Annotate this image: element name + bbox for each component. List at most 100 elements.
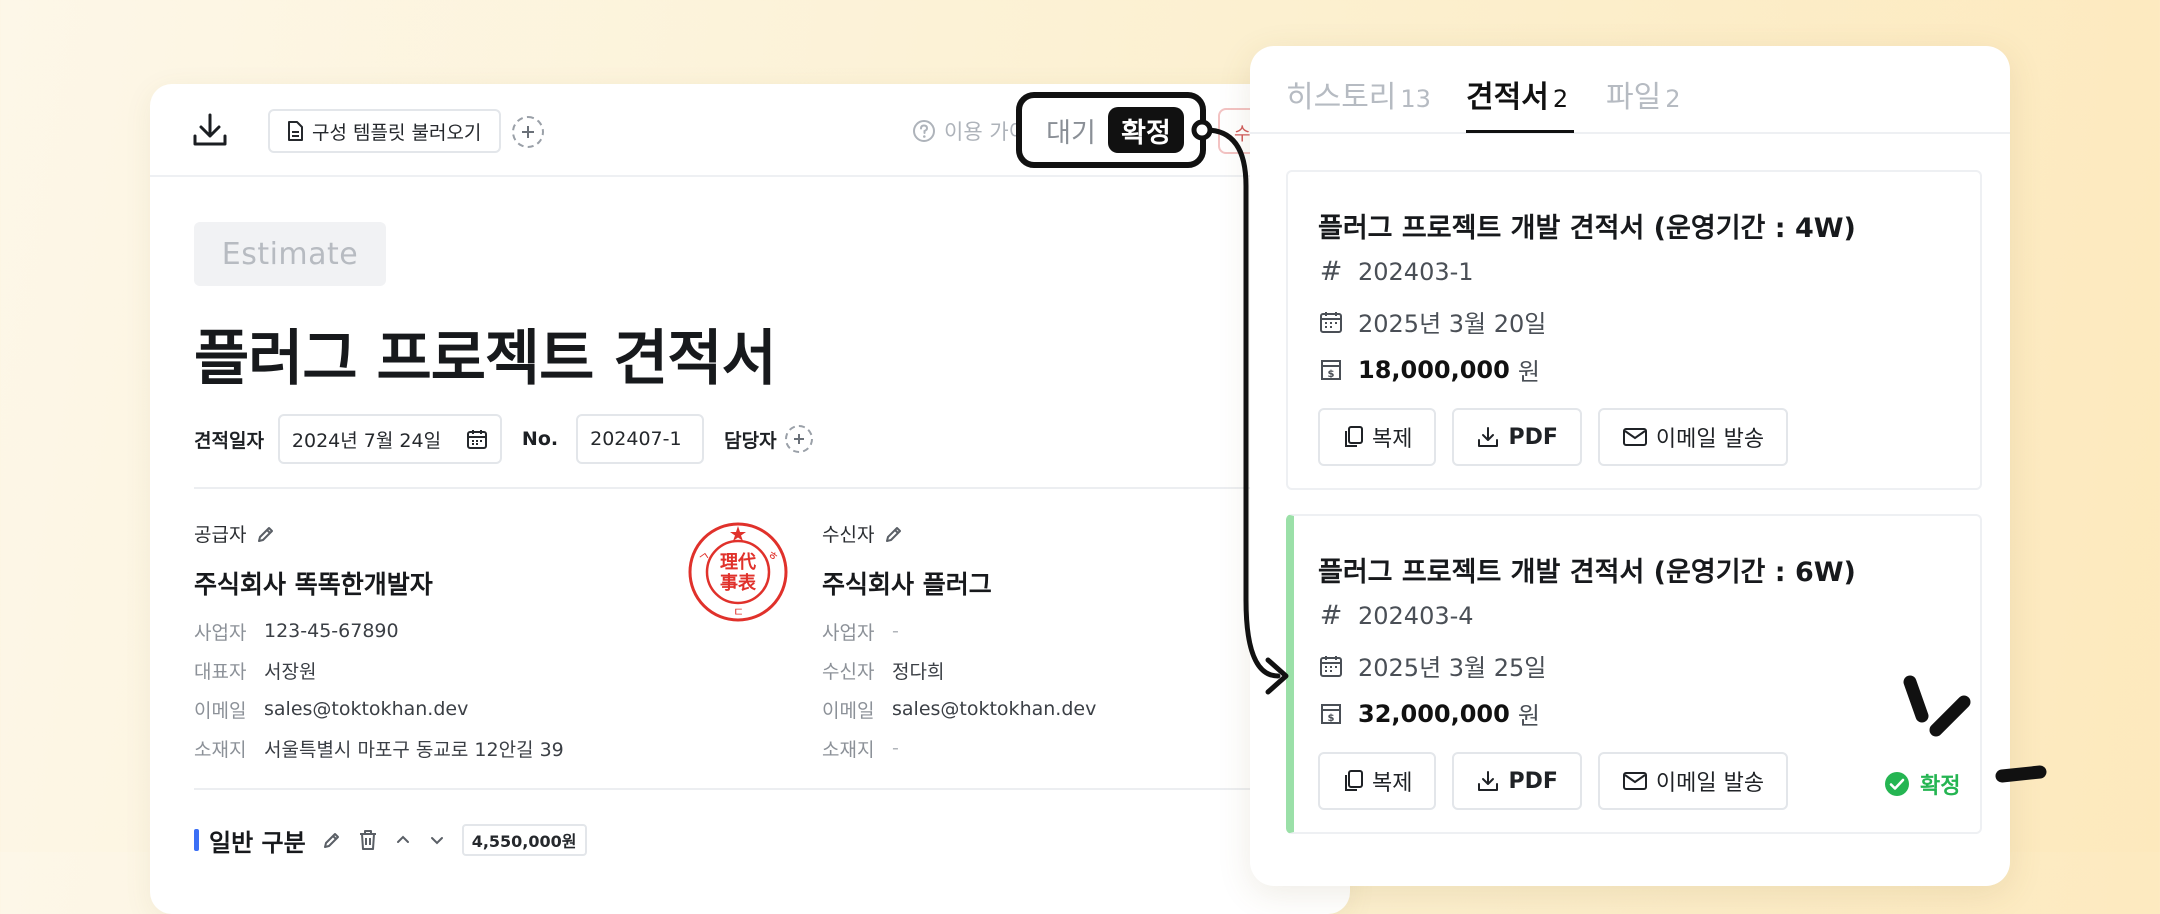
copy-label: 복제 — [1372, 771, 1413, 796]
row-key: 사업자 — [194, 621, 247, 644]
add-template-button[interactable] — [512, 116, 544, 148]
date-label: 견적일자 — [194, 429, 264, 452]
question-circle-icon — [913, 120, 935, 142]
chevron-up-icon[interactable] — [394, 831, 412, 849]
date-value: 2024년 7월 24일 — [291, 429, 442, 452]
no-label: No. — [521, 428, 559, 450]
receiver-row: 소재지 - — [822, 737, 1096, 761]
quote-number: 202403-1 — [1358, 257, 1474, 286]
quote-card[interactable]: 플러그 프로젝트 개발 견적서 (운영기간 : 4W) # 202403-1 2… — [1286, 170, 1982, 490]
quote-card-confirmed[interactable]: 플러그 프로젝트 개발 견적서 (운영기간 : 6W) # 202403-4 2… — [1286, 514, 1982, 834]
supplier-label-row: 공급자 — [194, 520, 564, 547]
confirmed-label: 확정 — [1920, 774, 1961, 799]
calendar-icon — [1318, 310, 1344, 334]
row-key: 이메일 — [822, 699, 875, 722]
pdf-download-button[interactable]: PDF — [1452, 752, 1582, 810]
receiver-name[interactable]: 주식회사 플러그 — [822, 565, 1096, 601]
money-box-icon: $ — [1318, 702, 1344, 726]
edit-pencil-icon[interactable] — [256, 524, 276, 544]
number-value: 202407-1 — [590, 428, 682, 450]
chevron-down-icon[interactable] — [428, 831, 446, 849]
supplier-name[interactable]: 주식회사 똑똑한개발자 — [194, 565, 564, 601]
row-value: 서장원 — [264, 660, 317, 683]
supplier-row: 사업자 123-45-67890 — [194, 620, 564, 644]
toolbar-right-label: 수 — [1234, 124, 1251, 145]
mail-icon — [1622, 772, 1647, 790]
estimates-panel: 히스토리 13 견적서 2 파일 2 플러그 프로젝트 개발 견적서 (운영기간 : … — [1250, 46, 2010, 886]
quote-number-row: # 202403-1 — [1318, 256, 1474, 287]
mail-icon — [1622, 428, 1647, 446]
trash-icon[interactable] — [358, 829, 378, 851]
edit-pencil-icon[interactable] — [322, 830, 342, 850]
number-field[interactable]: 202407-1 — [576, 414, 705, 464]
seal-char-left: ㄱ — [696, 549, 713, 567]
calendar-icon — [1318, 654, 1344, 678]
row-key: 대표자 — [194, 660, 247, 683]
tab-count: 13 — [1400, 85, 1431, 113]
tab-count: 2 — [1552, 85, 1569, 113]
toggle-option-wait[interactable]: 대기 — [1036, 107, 1106, 153]
supplier-row: 이메일 sales@toktokhan.dev — [194, 698, 564, 722]
row-value: 123-45-67890 — [264, 620, 399, 642]
tab-estimates[interactable]: 견적서 2 — [1466, 72, 1568, 116]
quote-amount-row: $ 32,000,000 원 — [1318, 696, 1540, 731]
receiver-row: 사업자 - — [822, 620, 1096, 644]
tab-count: 2 — [1665, 85, 1681, 113]
page-title[interactable]: 플러그 프로젝트 견적서 — [194, 310, 777, 397]
copy-icon — [1345, 426, 1363, 447]
section-amount: 4,550,000원 — [461, 824, 587, 856]
tab-files[interactable]: 파일 2 — [1606, 72, 1680, 116]
active-tab-indicator — [1466, 130, 1574, 133]
hash-icon: # — [1319, 600, 1343, 631]
divider — [194, 487, 1344, 489]
row-value: 서울특별시 마포구 동교로 12안길 39 — [264, 738, 564, 761]
quote-number-row: # 202403-4 — [1318, 600, 1474, 631]
hash-icon: # — [1319, 256, 1343, 287]
quote-date-row: 2025년 3월 20일 — [1318, 304, 1546, 339]
plus-icon — [793, 434, 804, 444]
send-email-button[interactable]: 이메일 발송 — [1597, 752, 1789, 810]
edit-pencil-icon[interactable] — [884, 524, 904, 544]
add-manager-button[interactable] — [784, 425, 813, 453]
receiver-row: 이메일 sales@toktokhan.dev — [822, 698, 1096, 722]
quote-actions: 복제 PDF 이메일 발송 — [1318, 752, 1789, 810]
seal-char-bottom: ㄷ — [733, 605, 744, 619]
download-icon — [1478, 427, 1499, 447]
supplier-row: 대표자 서장원 — [194, 661, 564, 683]
tab-history[interactable]: 히스토리 13 — [1286, 72, 1431, 116]
download-button[interactable] — [190, 110, 230, 150]
tab-label: 견적서 — [1466, 80, 1549, 115]
receiver-row: 수신자 정다희 — [822, 661, 1096, 683]
receiver-label-row: 수신자 — [822, 520, 1096, 547]
row-value: 정다희 — [892, 660, 945, 683]
pdf-label: PDF — [1508, 768, 1558, 794]
send-email-button[interactable]: 이메일 발송 — [1597, 408, 1789, 466]
document-icon — [288, 121, 303, 141]
tab-label: 파일 — [1606, 80, 1662, 115]
calendar-icon — [466, 430, 487, 449]
date-field[interactable]: 2024년 7월 24일 — [277, 414, 502, 464]
copy-button[interactable]: 복제 — [1318, 408, 1437, 466]
manager-label: 담당자 — [724, 429, 777, 452]
row-value: - — [892, 737, 899, 759]
check-circle-icon — [1885, 772, 1909, 796]
pdf-download-button[interactable]: PDF — [1452, 408, 1582, 466]
seal-text-bottom: 事表 — [720, 572, 757, 594]
copy-button[interactable]: 복제 — [1318, 752, 1437, 810]
quote-currency: 원 — [1517, 702, 1540, 730]
plus-icon — [522, 126, 534, 138]
row-key: 소재지 — [822, 738, 875, 761]
estimate-editor: 구성 템플릿 불러오기 이용 가이드 수 Estimate 플러그 프로젝트 견… — [150, 84, 1350, 914]
download-icon — [193, 113, 227, 146]
row-key: 사업자 — [822, 621, 875, 644]
confirmed-status-badge: 확정 — [1884, 768, 1960, 800]
load-template-label: 구성 템플릿 불러오기 — [312, 121, 482, 144]
supplier-block: 공급자 주식회사 똑똑한개발자 사업자 123-45-67890 대표자 서장원 이… — [194, 520, 564, 761]
seal-text-top: 理代 — [720, 552, 756, 573]
load-template-button[interactable]: 구성 템플릿 불러오기 — [268, 109, 502, 153]
toggle-option-confirm[interactable]: 확정 — [1108, 107, 1184, 153]
section-accent-bar — [194, 829, 199, 851]
download-icon — [1478, 771, 1499, 791]
status-toggle[interactable]: 대기 확정 — [1016, 92, 1206, 168]
section-title[interactable]: 일반 구분 — [209, 823, 306, 858]
